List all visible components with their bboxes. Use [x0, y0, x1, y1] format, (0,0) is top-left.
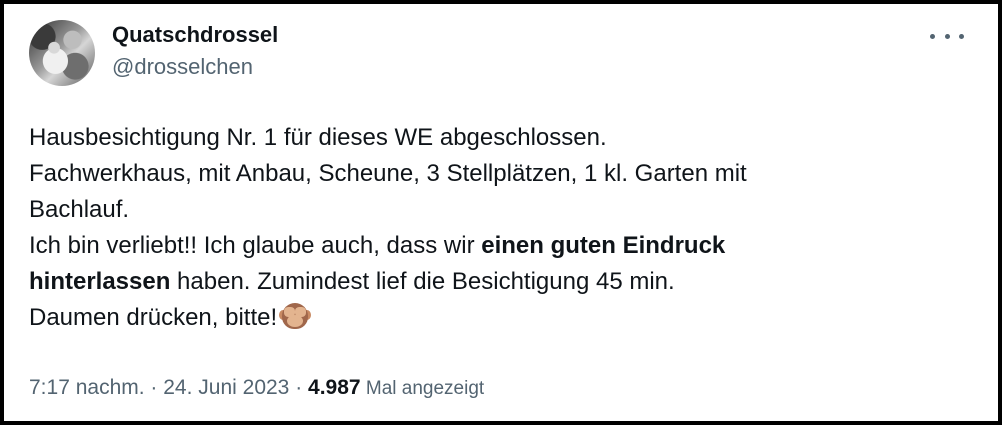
author-handle[interactable]: @drosselchen: [112, 54, 253, 80]
avatar[interactable]: [29, 20, 95, 86]
see-no-evil-monkey-icon: [279, 301, 312, 331]
views-count[interactable]: 4.987: [308, 376, 361, 399]
tweet-text-line: hinterlassen haben. Zumindest lief die B…: [29, 264, 959, 300]
views-label: Mal angezeigt: [360, 378, 485, 399]
tweet-meta: 7:17 nachm. · 24. Juni 2023 · 4.987 Mal …: [29, 376, 484, 400]
tweet-text-line: Bachlauf.: [29, 196, 130, 223]
meta-separator: ·: [144, 376, 164, 399]
tweet: Quatschdrossel @drosselchen Hausbesichti…: [26, 16, 976, 411]
tweet-time[interactable]: 7:17 nachm.: [29, 376, 145, 399]
tweet-text-line: Daumen drücken, bitte!: [29, 300, 959, 336]
more-dot: [959, 33, 964, 39]
tweet-text-segment: Daumen drücken, bitte!: [29, 304, 278, 331]
author-display-name[interactable]: Quatschdrossel: [112, 22, 278, 48]
tweet-date[interactable]: 24. Juni 2023: [163, 376, 289, 399]
tweet-text-segment: Ich bin verliebt!! Ich glaube auch, dass…: [29, 232, 482, 259]
more-dot: [944, 33, 950, 39]
meta-separator: ·: [289, 376, 309, 399]
more-options-icon[interactable]: [930, 26, 964, 46]
tweet-text-bold: hinterlassen: [29, 268, 171, 295]
tweet-card: Quatschdrossel @drosselchen Hausbesichti…: [0, 0, 1002, 425]
tweet-text-line: Ich bin verliebt!! Ich glaube auch, dass…: [29, 228, 959, 264]
more-dot: [930, 33, 935, 39]
tweet-text-line: Hausbesichtigung Nr. 1 für dieses WE abg…: [29, 124, 607, 151]
tweet-text-line: Fachwerkhaus, mit Anbau, Scheune, 3 Stel…: [29, 160, 747, 187]
tweet-text: Hausbesichtigung Nr. 1 für dieses WE abg…: [29, 120, 959, 336]
tweet-text-segment: haben. Zumindest lief die Besichtigung 4…: [170, 268, 675, 295]
tweet-text-bold: einen guten Eindruck: [481, 232, 726, 259]
